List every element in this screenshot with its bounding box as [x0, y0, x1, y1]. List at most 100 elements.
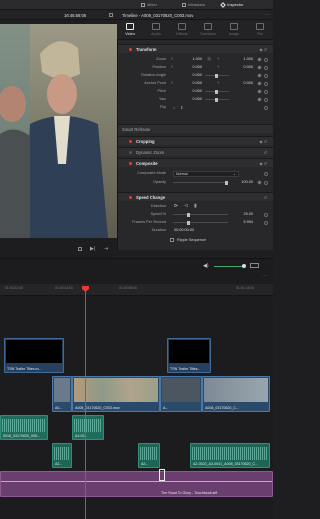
rotation-value[interactable]: 0.000: [178, 73, 202, 77]
flip-horizontal-icon[interactable]: ⇔: [172, 105, 176, 110]
composite-mode-dropdown[interactable]: Normal ⌄: [173, 170, 239, 177]
freeze-icon[interactable]: ▮: [194, 203, 197, 209]
dynamic-zoom-header[interactable]: Dynamic Zoom ↺: [118, 147, 273, 156]
clip-label: A008_03170620_C003.mov: [75, 406, 120, 410]
zoom-y-value[interactable]: 1.000: [231, 57, 253, 61]
keyframe-handle[interactable]: [159, 469, 165, 481]
music-clip[interactable]: The Road To Glory - Touchstudi.aiff: [0, 471, 273, 497]
reset-icon[interactable]: [264, 73, 268, 78]
tab-image[interactable]: Image: [221, 20, 247, 40]
keyframe-icon[interactable]: [257, 81, 262, 86]
keyframe-icon[interactable]: [257, 97, 262, 102]
playhead-line[interactable]: [85, 290, 86, 519]
composite-header[interactable]: Composite ◆ ↺: [118, 158, 273, 167]
more-options-icon[interactable]: ⋯: [265, 12, 269, 17]
keyframe-diamond-icon[interactable]: ◆ ↺: [259, 47, 267, 52]
keyframe-icon[interactable]: [257, 180, 262, 185]
duration-value[interactable]: 00:00:00:00: [174, 228, 194, 232]
reset-icon[interactable]: [264, 97, 268, 102]
reset-icon[interactable]: ↺: [264, 150, 267, 155]
clip-label: A...: [163, 406, 169, 410]
forward-icon[interactable]: ⊳: [174, 203, 178, 209]
fps-slider[interactable]: [173, 220, 228, 225]
video-clip[interactable]: A0...: [52, 376, 72, 412]
reset-icon[interactable]: [264, 65, 268, 70]
pitch-value[interactable]: 0.000: [178, 89, 202, 93]
enable-dot-icon[interactable]: [129, 140, 132, 143]
rotation-slider[interactable]: [205, 73, 229, 78]
flip-vertical-icon[interactable]: ⇕: [180, 105, 183, 110]
anchor-y-value[interactable]: 0.000: [231, 81, 253, 85]
enable-dot-icon[interactable]: [129, 151, 132, 154]
speed-value[interactable]: 25.00: [231, 212, 253, 216]
tab-audio[interactable]: Audio: [143, 20, 169, 40]
inspector-tab[interactable]: Inspector: [220, 1, 244, 9]
fps-value[interactable]: 5.994: [231, 220, 253, 224]
position-x-value[interactable]: 0.000: [178, 65, 202, 69]
fullscreen-icon[interactable]: [109, 13, 113, 17]
opacity-slider[interactable]: [173, 180, 228, 185]
audio-clip[interactable]: A2-0023_A3-0041_A008_03170620_C...: [190, 443, 270, 468]
cropping-header[interactable]: Cropping ◆ ↺: [118, 136, 273, 145]
skip-end-icon[interactable]: ⇥: [104, 246, 108, 252]
reset-icon[interactable]: [264, 220, 268, 225]
speed-change-header[interactable]: Speed Change ↺: [118, 192, 273, 201]
play-forward-icon[interactable]: ▶|: [90, 246, 95, 252]
video-viewer[interactable]: [0, 24, 117, 238]
video-clip[interactable]: A...: [160, 376, 202, 412]
loop-icon[interactable]: [78, 247, 82, 251]
clip-label: A2...: [141, 462, 149, 466]
video-clip[interactable]: A008_03170620_C...: [202, 376, 270, 412]
transform-section-header[interactable]: Transform ◆ ↺: [118, 44, 273, 53]
keyframe-icon[interactable]: [257, 89, 262, 94]
tab-video[interactable]: Video: [117, 20, 143, 40]
speaker-icon[interactable]: ◀): [203, 263, 209, 269]
tab-transition[interactable]: Transition: [195, 20, 221, 40]
pitch-slider[interactable]: [205, 89, 229, 94]
title-clip[interactable]: TSN Trailer Titles.m...: [4, 338, 64, 373]
tab-file-label: File: [256, 32, 264, 36]
link-icon[interactable]: ⛓: [207, 57, 212, 61]
reset-icon[interactable]: [264, 212, 268, 217]
anchor-x-value[interactable]: 0.000: [178, 81, 202, 85]
tab-effects[interactable]: Effects: [169, 20, 195, 40]
ripple-checkbox[interactable]: [170, 238, 174, 242]
audio-clip[interactable]: A1:03...: [72, 415, 104, 440]
yaw-value[interactable]: 0.000: [178, 97, 202, 101]
keyframe-icon[interactable]: [257, 65, 262, 70]
speed-slider[interactable]: [173, 212, 228, 217]
timeline-options-icon[interactable]: ⋯: [262, 273, 267, 279]
tab-file[interactable]: File: [247, 20, 273, 40]
audio-clip[interactable]: A2...: [138, 443, 160, 468]
reset-icon[interactable]: [264, 105, 268, 110]
audio-clip[interactable]: 0018_03170620_005...: [0, 415, 48, 440]
volume-slider[interactable]: [214, 264, 246, 268]
opacity-value[interactable]: 100.00: [231, 180, 253, 184]
reset-icon[interactable]: ◆ ↺: [259, 161, 267, 166]
reset-icon[interactable]: [264, 57, 268, 62]
enable-dot-icon[interactable]: [129, 48, 132, 51]
timeline-ruler[interactable]: 01:00:22:00 01:00:42:00 01:00:58:00 01:0…: [0, 284, 273, 296]
position-y-value[interactable]: 0.000: [231, 65, 253, 69]
enable-dot-icon[interactable]: [129, 162, 132, 165]
smart-reframe-header[interactable]: Smart Reframe: [118, 124, 273, 133]
timeline-tracks[interactable]: TSN Trailer Titles.m... TSN Trailer Titl…: [0, 297, 273, 519]
reverse-icon[interactable]: ⊲: [184, 203, 188, 209]
mixer-tab[interactable]: Mixer: [141, 1, 157, 9]
yaw-slider[interactable]: [205, 97, 229, 102]
enable-dot-icon[interactable]: [129, 196, 132, 199]
reset-icon[interactable]: ↺: [264, 195, 267, 200]
metadata-tab[interactable]: Metadata: [182, 1, 205, 9]
zoom-x-value[interactable]: 1.000: [178, 57, 202, 61]
ruler-timecode: 01:00:58:00: [119, 286, 137, 290]
audio-clip[interactable]: A2...: [52, 443, 72, 468]
monitor-icon[interactable]: [250, 263, 259, 268]
title-clip[interactable]: TSN Trailer Titles...: [167, 338, 211, 373]
keyframe-icon[interactable]: [257, 73, 262, 78]
reset-icon[interactable]: [264, 180, 268, 185]
reset-icon[interactable]: [264, 89, 268, 94]
keyframe-icon[interactable]: [257, 57, 262, 62]
reset-icon[interactable]: ◆ ↺: [259, 139, 267, 144]
reset-icon[interactable]: [264, 81, 268, 86]
reset-icon[interactable]: [264, 171, 268, 176]
